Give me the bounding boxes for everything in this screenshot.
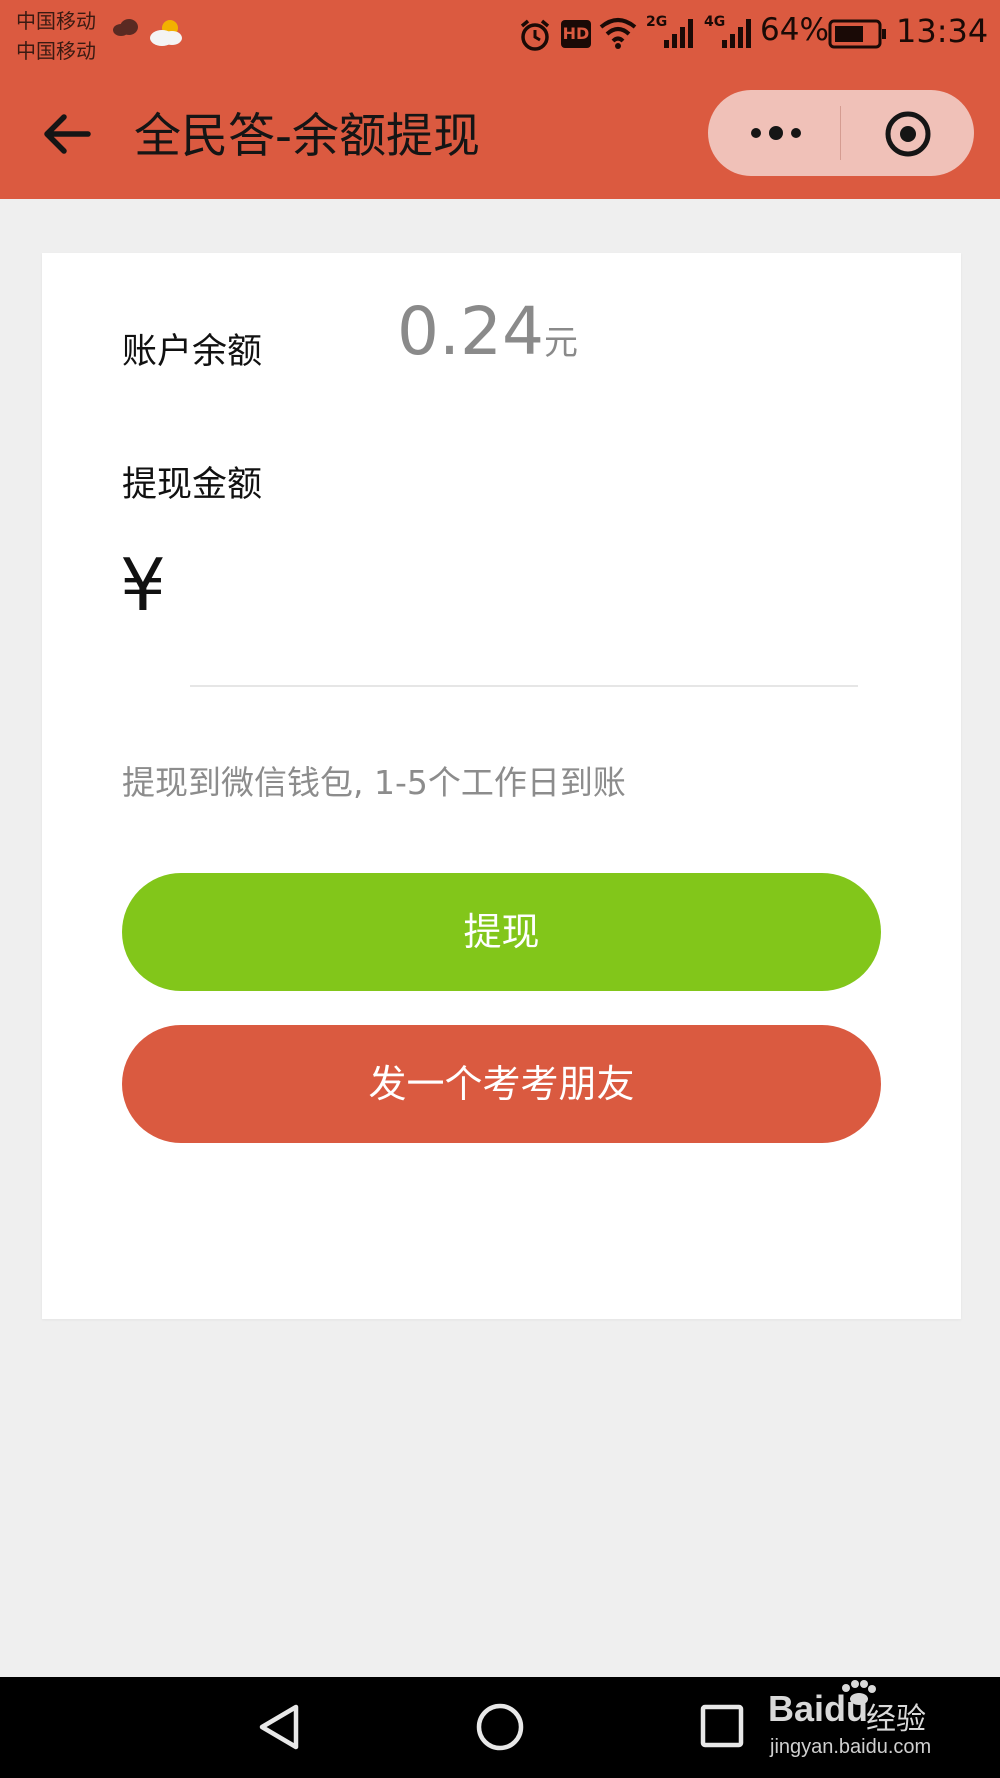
mini-program-capsule — [708, 90, 974, 176]
battery-percent: 64% — [760, 12, 829, 48]
carrier-label: 中国移动 — [16, 9, 96, 33]
close-mini-program-icon[interactable] — [882, 108, 934, 160]
withdraw-amount-label: 提现金额 — [122, 465, 263, 505]
withdraw-card: 账户余额 0.24元 提现金额 ¥ 提现到微信钱包, 1-5个工作日到账 提现 … — [42, 253, 961, 1319]
withdraw-hint: 提现到微信钱包, 1-5个工作日到账 — [122, 763, 626, 802]
balance-amount: 0.24元 — [397, 293, 578, 370]
nav-back-icon[interactable] — [254, 1701, 304, 1753]
nav-recents-icon[interactable] — [698, 1701, 746, 1751]
signal-icon — [664, 19, 693, 48]
watermark-brand-part: du — [824, 1688, 869, 1729]
nav-home-icon[interactable] — [474, 1701, 526, 1753]
top-bar: 中国移动 中国移动 HD 2G 4G 64% 13:34 全民答-余额提现 — [0, 0, 1000, 199]
cloud-icon — [113, 19, 138, 36]
balance-label: 账户余额 — [122, 332, 263, 372]
capsule-divider — [840, 106, 841, 160]
hd-icon: HD — [561, 20, 591, 48]
partly-cloudy-icon — [150, 20, 182, 46]
status-bar-left: 中国移动 中国移动 — [16, 6, 96, 66]
watermark-brand: Baidu — [768, 1688, 868, 1730]
share-to-friend-button[interactable]: 发一个考考朋友 — [122, 1025, 881, 1143]
more-options-icon[interactable] — [746, 116, 806, 150]
watermark-product: 经验 — [866, 1702, 926, 1737]
wifi-icon — [599, 18, 637, 49]
balance-number: 0.24 — [397, 293, 544, 370]
withdraw-button[interactable]: 提现 — [122, 873, 881, 991]
battery-icon — [828, 19, 886, 49]
watermark-url: jingyan.baidu.com — [770, 1736, 932, 1758]
currency-symbol: ¥ — [120, 543, 166, 627]
baidu-jingyan-watermark: Baidu 经验 jingyan.baidu.com — [766, 1680, 966, 1770]
signal-icon — [722, 19, 751, 48]
status-time: 13:34 — [896, 12, 989, 50]
carrier-label: 中国移动 — [16, 39, 96, 63]
withdraw-amount-input[interactable] — [192, 553, 856, 635]
input-underline — [190, 685, 858, 687]
alarm-icon — [520, 19, 550, 51]
back-arrow-icon[interactable] — [40, 106, 96, 162]
page-title: 全民答-余额提现 — [134, 109, 480, 164]
watermark-brand-part: Bai — [768, 1688, 825, 1729]
balance-unit: 元 — [543, 323, 578, 363]
